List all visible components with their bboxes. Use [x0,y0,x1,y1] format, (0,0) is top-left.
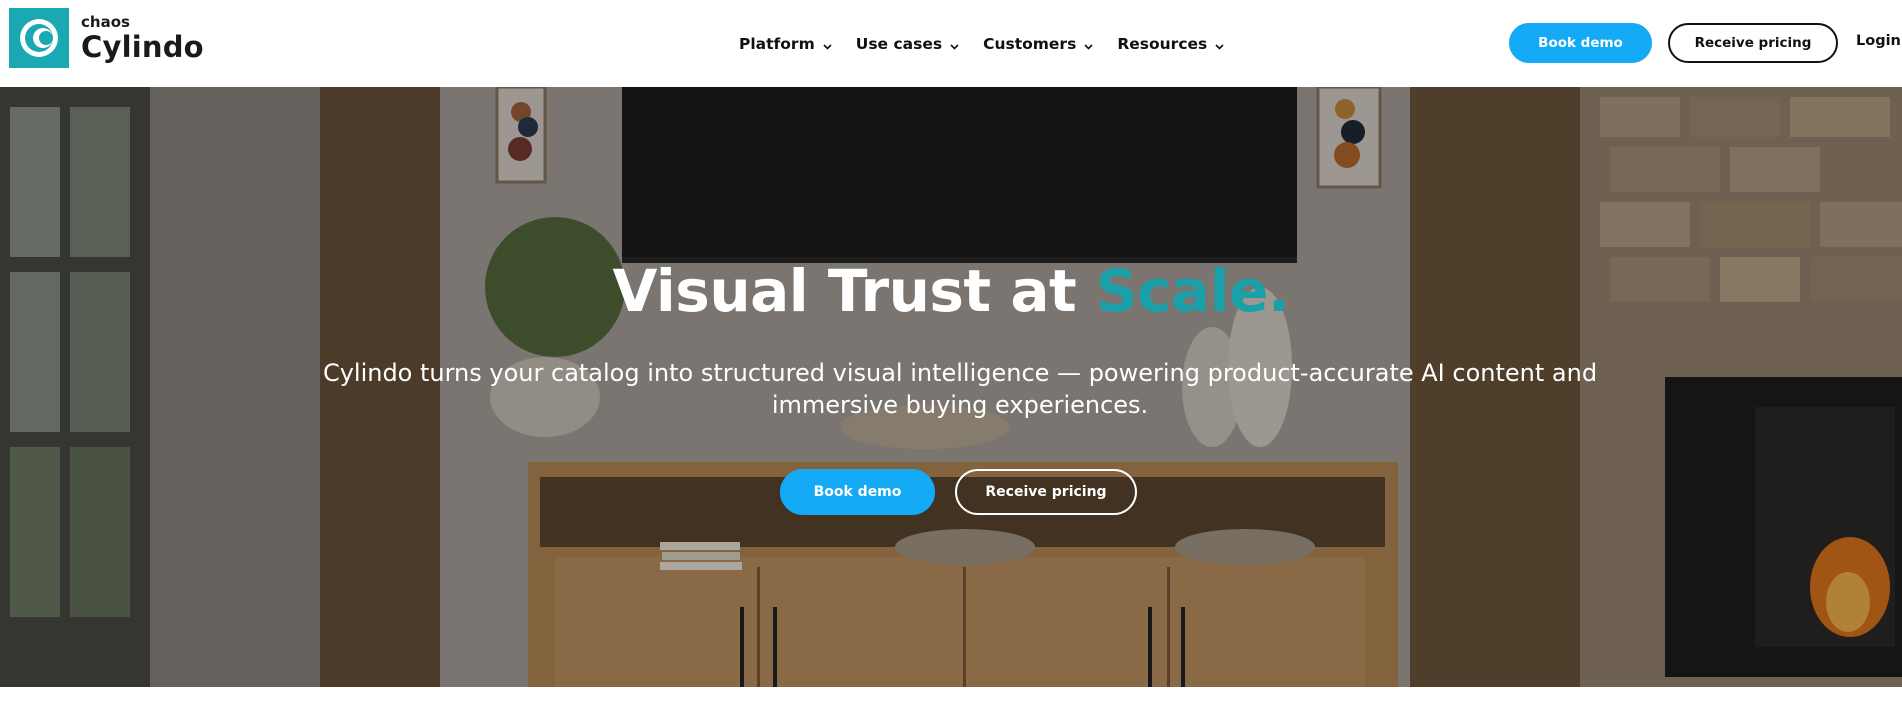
site-header: chaos Cylindo Platform Use cases Custome… [0,0,1902,87]
logo-cylindo-text: Cylindo [81,29,204,64]
nav-item-label: Customers [983,34,1077,53]
nav-item-platform[interactable]: Platform [739,35,833,53]
hero-title-main: Visual Trust at [612,257,1096,325]
hero-section: Visual Trust at Scale. Cylindo turns you… [0,87,1902,687]
chevron-down-icon [949,38,960,50]
main-nav: Platform Use cases Customers Resources [739,0,1248,87]
logo-link[interactable]: chaos Cylindo [9,8,204,68]
header-receive-pricing-button[interactable]: Receive pricing [1668,23,1838,63]
nav-item-use-cases[interactable]: Use cases [856,35,960,53]
hero-subtitle: Cylindo turns your catalog into structur… [322,359,1598,419]
logo-chaos-text: chaos [81,12,130,31]
hero-book-demo-button[interactable]: Book demo [780,469,935,515]
hero-title-accent: Scale. [1095,257,1290,325]
login-link[interactable]: Login [1856,33,1901,49]
cylindo-logo-icon [9,8,69,68]
nav-item-resources[interactable]: Resources [1117,35,1225,53]
chevron-down-icon [822,38,833,50]
logo-wordmark: chaos Cylindo [81,12,204,64]
header-book-demo-button[interactable]: Book demo [1509,23,1652,63]
nav-item-label: Use cases [855,34,943,53]
hero-receive-pricing-button[interactable]: Receive pricing [955,469,1137,515]
nav-item-label: Platform [739,34,815,53]
nav-item-label: Resources [1117,34,1208,53]
nav-item-customers[interactable]: Customers [983,35,1094,53]
chevron-down-icon [1214,38,1225,50]
hero-title: Visual Trust at Scale. [0,257,1902,325]
chevron-down-icon [1083,38,1094,50]
